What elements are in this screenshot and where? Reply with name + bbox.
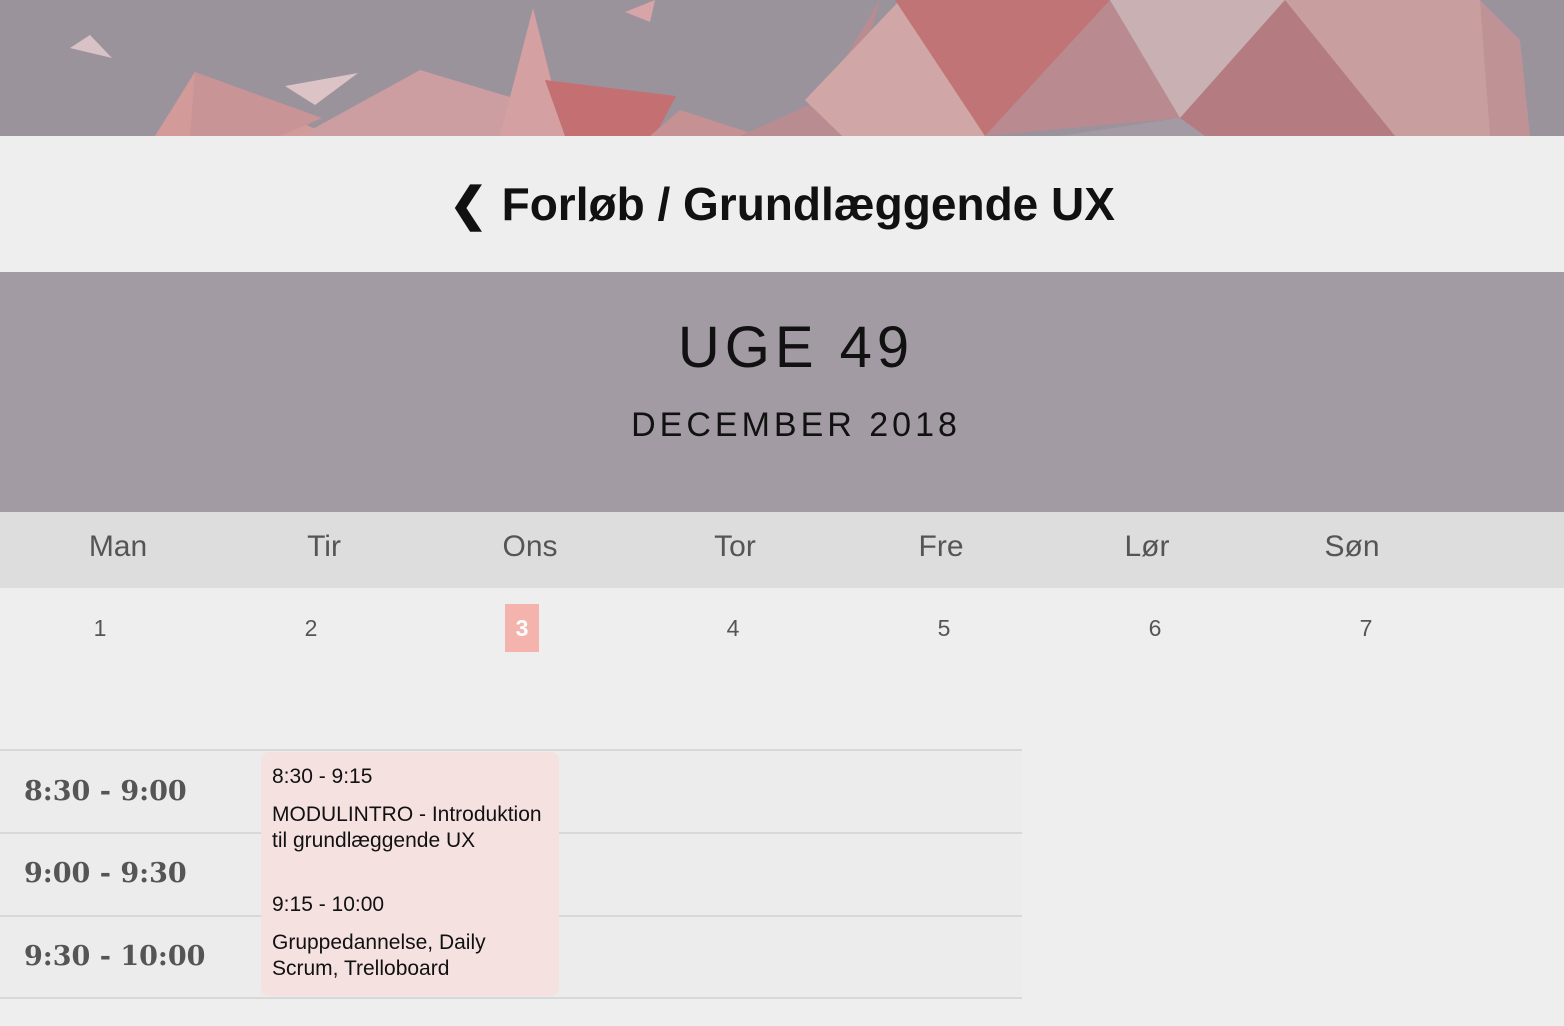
date-cell[interactable]: 2 xyxy=(294,604,328,652)
weekday-label: Man xyxy=(88,530,148,563)
weekday-label: Søn xyxy=(1324,530,1380,563)
event-time: 8:30 - 9:15 xyxy=(272,765,373,788)
date-cell[interactable]: 1 xyxy=(83,604,117,652)
week-header xyxy=(0,272,1564,512)
divider xyxy=(0,997,1022,999)
date-cell[interactable]: 5 xyxy=(927,604,961,652)
event-time: 9:15 - 10:00 xyxy=(272,893,385,916)
weekday-label: Ons xyxy=(502,530,558,563)
date-cell[interactable]: 6 xyxy=(1138,604,1172,652)
date-cell-selected[interactable]: 3 xyxy=(505,604,539,652)
header-banner-image xyxy=(0,0,1564,136)
week-title: UGE 49 xyxy=(677,315,915,380)
divider xyxy=(0,749,1022,751)
weekday-label: Lør xyxy=(1124,530,1170,563)
time-slot-label: 8:30 - 9:00 xyxy=(24,776,187,807)
weekday-label: Fre xyxy=(918,530,964,563)
date-cell[interactable]: 7 xyxy=(1349,604,1383,652)
date-cell[interactable]: 4 xyxy=(716,604,750,652)
chevron-left-icon[interactable]: ❮ xyxy=(449,181,488,227)
course-title-bar: ❮ Forløb / Grundlæggende UX xyxy=(0,136,1564,272)
time-slot-label: 9:30 - 10:00 xyxy=(24,941,206,972)
month-label: DECEMBER 2018 xyxy=(631,406,961,444)
weekday-label: Tor xyxy=(714,530,756,563)
page-title: Forløb / Grundlæggende UX xyxy=(501,178,1115,230)
time-slot-label: 9:00 - 9:30 xyxy=(24,858,187,889)
event-title[interactable]: Gruppedannelse, Daily Scrum, Trelloboard xyxy=(272,930,552,982)
event-title[interactable]: MODULINTRO - Introduktion til grundlægge… xyxy=(272,802,552,854)
weekday-label: Tir xyxy=(307,530,341,563)
